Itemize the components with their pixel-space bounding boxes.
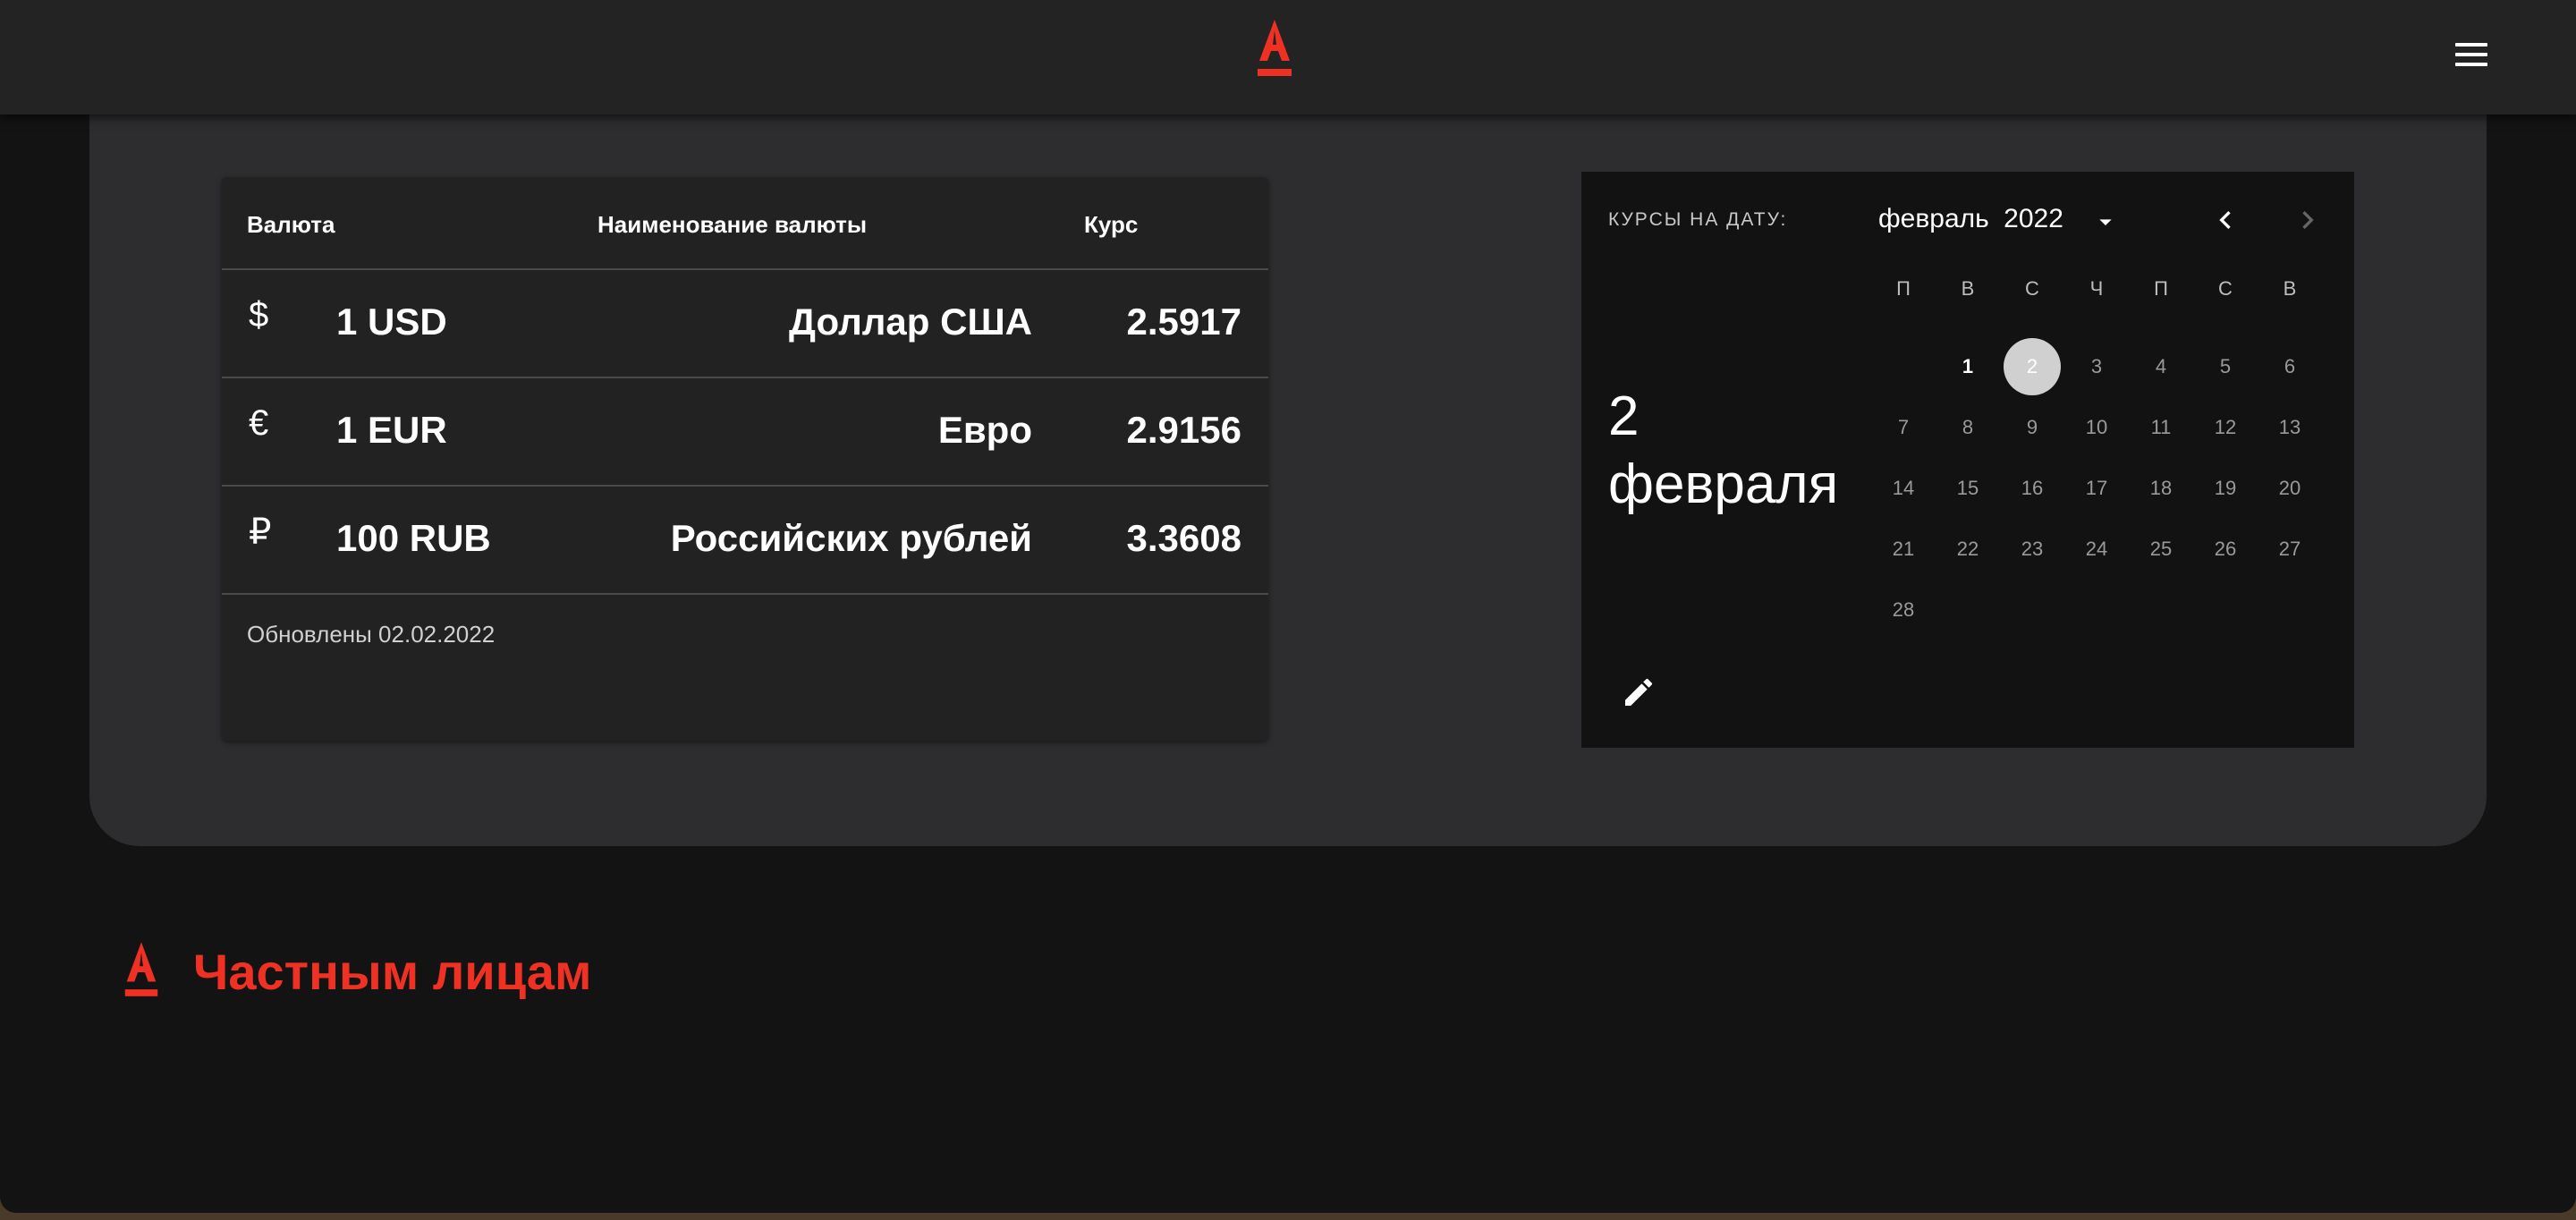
- year-label: 2022: [2004, 204, 2063, 233]
- chevron-right-icon[interactable]: [2290, 202, 2326, 238]
- hamburger-menu-icon[interactable]: [2455, 43, 2487, 70]
- calendar-day[interactable]: 10: [2068, 399, 2125, 456]
- weekday-label: В: [2283, 277, 2297, 300]
- dollar-icon: $: [249, 295, 269, 335]
- calendar-day[interactable]: 24: [2068, 521, 2125, 578]
- top-navbar: [0, 0, 2576, 114]
- calendar-day[interactable]: 4: [2132, 338, 2190, 395]
- alfa-logo-icon[interactable]: [120, 941, 163, 1002]
- currency-name: Доллар США: [789, 301, 1032, 343]
- date-picker: КУРСЫ НА ДАТУ: 2 февраля февраль 2022 ПВ…: [1581, 172, 2354, 748]
- calendar-day[interactable]: 11: [2132, 399, 2190, 456]
- calendar-day[interactable]: 12: [2197, 399, 2254, 456]
- calendar-day[interactable]: 27: [2261, 521, 2318, 578]
- alfa-logo-icon[interactable]: [1252, 20, 1297, 80]
- calendar-day[interactable]: 28: [1875, 581, 1932, 639]
- column-header-rate[interactable]: Курс: [1084, 211, 1138, 239]
- browser-window: Валюта Наименование валюты Курс $ 1 USD …: [0, 0, 2576, 1213]
- table-divider: [222, 593, 1268, 595]
- table-row: € 1 EUR Евро 2.9156: [222, 377, 1268, 487]
- chevron-left-icon[interactable]: [2207, 202, 2243, 238]
- currency-name: Евро: [937, 409, 1032, 451]
- calendar-day[interactable]: 9: [2004, 399, 2061, 456]
- calendar-day[interactable]: 16: [2004, 460, 2061, 517]
- currency-rates-card: Валюта Наименование валюты Курс $ 1 USD …: [222, 177, 1268, 741]
- calendar-day[interactable]: 26: [2197, 521, 2254, 578]
- calendar-day[interactable]: 14: [1875, 460, 1932, 517]
- calendar-day[interactable]: 20: [2261, 460, 2318, 517]
- weekday-label: С: [2025, 277, 2039, 300]
- selected-date-display: 2 февраля: [1608, 385, 1839, 515]
- currency-amount: 1 EUR: [336, 409, 447, 451]
- currency-amount: 100 RUB: [336, 517, 491, 559]
- calendar-day[interactable]: 15: [1939, 460, 1996, 517]
- currency-rate: 2.5917: [1126, 301, 1241, 343]
- currency-rate: 2.9156: [1126, 409, 1241, 451]
- month-year-selector[interactable]: февраль 2022: [1878, 204, 2112, 234]
- calendar-day[interactable]: 17: [2068, 460, 2125, 517]
- currency-rate: 3.3608: [1126, 517, 1241, 559]
- column-header-currency-name[interactable]: Наименование валюты: [597, 211, 867, 239]
- footer-section-title[interactable]: Частным лицам: [193, 943, 591, 1001]
- calendar-day[interactable]: 3: [2068, 338, 2125, 395]
- calendar-day[interactable]: 2: [2004, 338, 2061, 395]
- calendar-day[interactable]: 23: [2004, 521, 2061, 578]
- updated-date: Обновлены 02.02.2022: [247, 621, 496, 648]
- weekday-label: В: [1961, 277, 1975, 300]
- caret-down-icon: [2099, 219, 2112, 225]
- calendar-day[interactable]: 19: [2197, 460, 2254, 517]
- weekday-label: П: [1896, 277, 1911, 300]
- calendar-day[interactable]: 13: [2261, 399, 2318, 456]
- table-row: $ 1 USD Доллар США 2.5917: [222, 268, 1268, 378]
- calendar-day[interactable]: 22: [1939, 521, 1996, 578]
- currency-name: Российских рублей: [670, 517, 1032, 559]
- calendar-day[interactable]: 5: [2197, 338, 2254, 395]
- ruble-icon: ₽: [249, 513, 272, 552]
- calendar-day[interactable]: 8: [1939, 399, 1996, 456]
- table-row: ₽ 100 RUB Российских рублей 3.3608: [222, 485, 1268, 595]
- column-header-currency[interactable]: Валюта: [247, 211, 335, 239]
- weekday-label: Ч: [2089, 277, 2104, 300]
- calendar-day[interactable]: 6: [2261, 338, 2318, 395]
- euro-icon: €: [249, 403, 269, 443]
- calendar-day[interactable]: 1: [1939, 338, 1996, 395]
- calendar-day[interactable]: 7: [1875, 399, 1932, 456]
- calendar-day[interactable]: 21: [1875, 521, 1932, 578]
- date-picker-caption: КУРСЫ НА ДАТУ:: [1608, 209, 1788, 230]
- weekday-label: С: [2218, 277, 2233, 300]
- calendar-day[interactable]: 25: [2132, 521, 2190, 578]
- pencil-icon[interactable]: [1621, 674, 1657, 710]
- calendar-day[interactable]: 18: [2132, 460, 2190, 517]
- currency-amount: 1 USD: [336, 301, 447, 343]
- month-label: февраль: [1878, 204, 1989, 233]
- weekday-label: П: [2154, 277, 2168, 300]
